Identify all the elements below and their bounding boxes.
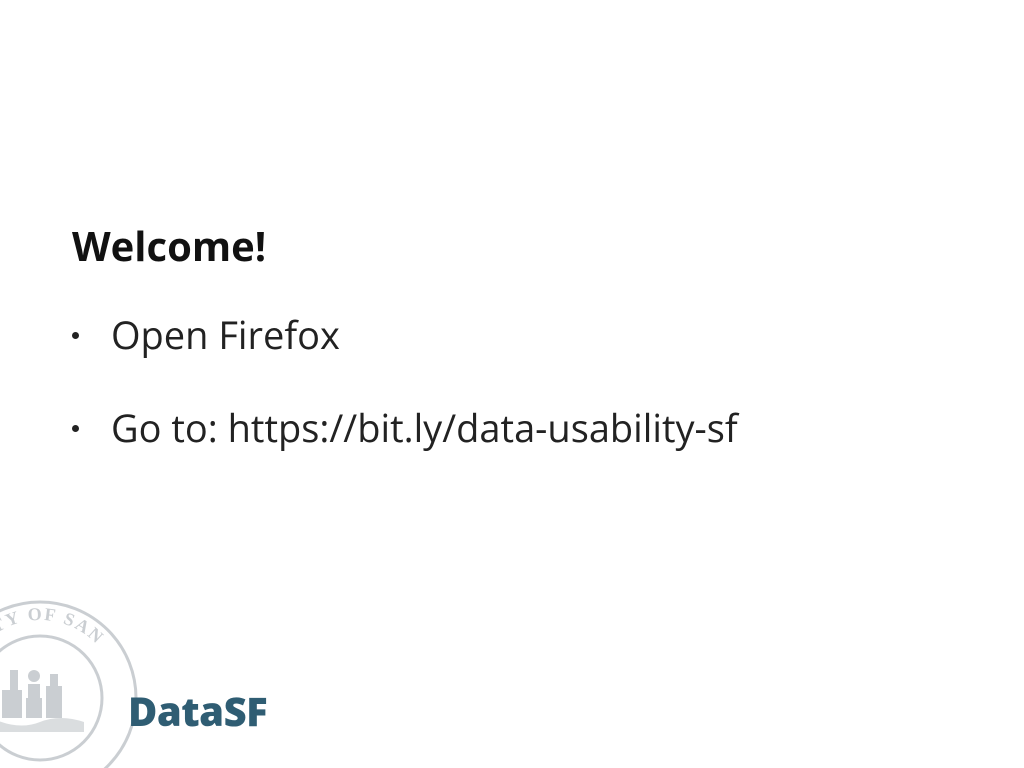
- datasf-logo: DataSF: [128, 683, 267, 738]
- bullet-text: Go to: https://bit.ly/data-usability-sf: [111, 403, 738, 454]
- city-seal-icon: OUNTY OF SAN: [0, 598, 140, 768]
- slide: Welcome! Open Firefox Go to: https://bit…: [0, 0, 1024, 768]
- bullet-list: Open Firefox Go to: https://bit.ly/data-…: [72, 310, 832, 497]
- bullet-text: Open Firefox: [111, 310, 340, 361]
- bullet-icon: [72, 425, 79, 432]
- list-item: Open Firefox: [72, 310, 832, 361]
- slide-title: Welcome!: [72, 218, 266, 273]
- bullet-icon: [72, 332, 79, 339]
- list-item: Go to: https://bit.ly/data-usability-sf: [72, 403, 832, 454]
